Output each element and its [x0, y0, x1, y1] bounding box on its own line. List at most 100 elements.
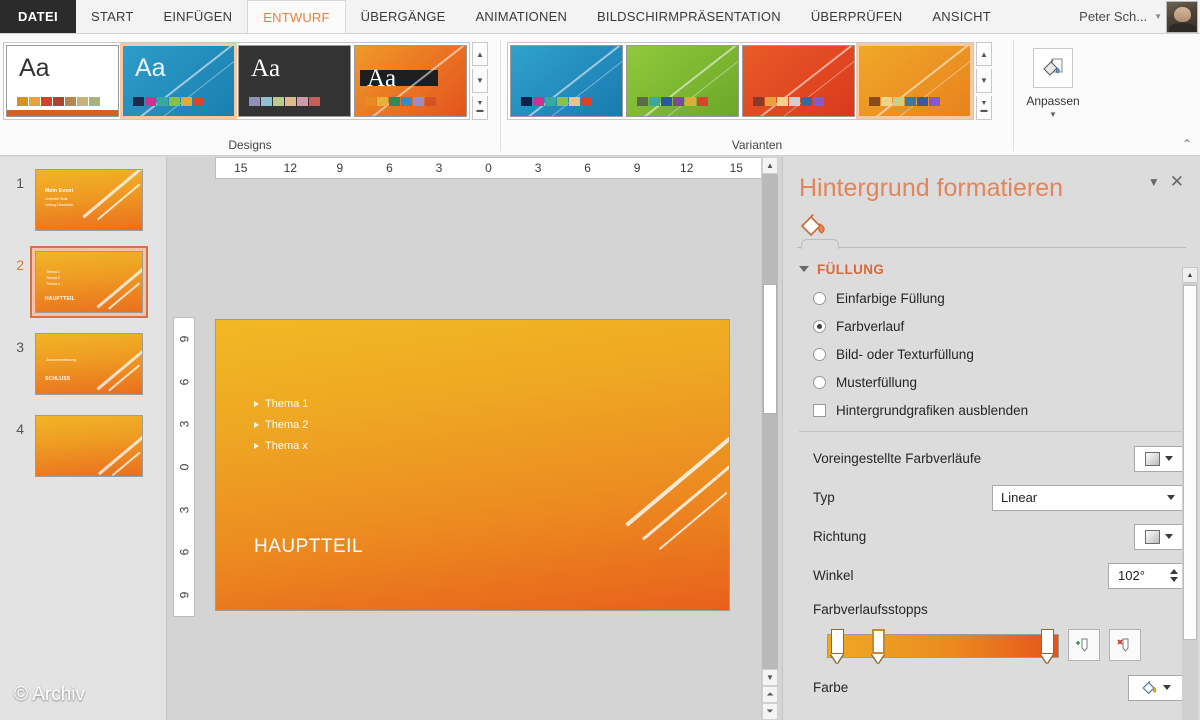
- slide-editing-canvas[interactable]: Thema 1 Thema 2 Thema x HAUPTTEIL: [215, 319, 730, 611]
- anpassen-area: Anpassen ▼: [1014, 34, 1200, 135]
- slide-list-item-1[interactable]: 1 Mein Event Untertitel Zeile Vortrag De…: [0, 165, 166, 235]
- designs-scroll-up-button[interactable]: ▲: [472, 42, 488, 66]
- gradient-angle-stepper[interactable]: 102°: [1108, 563, 1184, 589]
- tab-einfuegen[interactable]: EINFÜGEN: [148, 0, 247, 33]
- panel-vertical-scrollbar[interactable]: ▲: [1182, 267, 1198, 720]
- scroll-down-button[interactable]: ▼: [762, 669, 778, 686]
- variant-streak: [870, 45, 971, 117]
- varianten-scroll-up-button[interactable]: ▲: [976, 42, 992, 66]
- design-thumb-1[interactable]: Aa: [122, 45, 235, 117]
- slide-list-item-2[interactable]: 2 Thema 1 Thema 2 Thema x HAUPTTEIL: [0, 247, 166, 317]
- variant-thumb-2[interactable]: [742, 45, 855, 117]
- next-slide-button[interactable]: ⏷: [762, 703, 778, 720]
- design-thumb-3[interactable]: Aa: [354, 45, 467, 117]
- variant-thumb-1[interactable]: [626, 45, 739, 117]
- tab-uebergaenge[interactable]: ÜBERGÄNGE: [346, 0, 461, 33]
- tabbar-spacer: [1006, 0, 1079, 33]
- radio-musterfuellung[interactable]: Musterfüllung: [799, 375, 1184, 390]
- panel-scroll-up-button[interactable]: ▲: [1182, 267, 1198, 283]
- field-farbe: Farbe: [799, 675, 1184, 701]
- slide-bullet-text: Thema 1: [46, 270, 60, 274]
- field-label: Winkel: [813, 568, 1108, 583]
- slide-content-placeholder[interactable]: Thema 1 Thema 2 Thema x: [254, 398, 308, 461]
- gradient-stop-handle-3[interactable]: [1041, 629, 1054, 663]
- slide-number: 4: [6, 421, 24, 437]
- stepper-down-icon[interactable]: [1170, 577, 1178, 582]
- tab-ansicht[interactable]: ANSICHT: [917, 0, 1005, 33]
- panel-body: FÜLLUNG Einfarbige Füllung Farbverlauf B…: [783, 248, 1200, 701]
- variant-streak: [890, 49, 971, 117]
- scroll-up-button[interactable]: ▲: [762, 157, 778, 174]
- gradient-angle-value: 102°: [1118, 568, 1167, 583]
- radio-farbverlauf[interactable]: Farbverlauf: [799, 319, 1184, 334]
- panel-menu-button[interactable]: ▼: [1148, 175, 1160, 189]
- designs-gallery[interactable]: Aa Aa Aa: [3, 42, 470, 120]
- ribbon-group-designs: Aa Aa Aa: [0, 34, 500, 155]
- remove-gradient-stop-button[interactable]: [1109, 629, 1141, 661]
- main-area: 1 Mein Event Untertitel Zeile Vortrag De…: [0, 157, 1200, 720]
- gradient-stop-handle-1[interactable]: [831, 629, 844, 663]
- slide-title-placeholder[interactable]: HAUPTTEIL: [254, 536, 363, 558]
- designs-gallery-area: Aa Aa Aa: [0, 34, 500, 135]
- panel-scrollbar-thumb[interactable]: [1183, 285, 1197, 640]
- varianten-scroll-down-button[interactable]: ▼: [976, 69, 992, 93]
- radio-icon-selected: [813, 320, 826, 333]
- slide-bullet-text: Thema x: [265, 440, 308, 452]
- slide-bullet: Thema x: [254, 440, 308, 452]
- ribbon-group-anpassen: Anpassen ▼ ⌃: [1014, 34, 1200, 155]
- user-account-menu[interactable]: Peter Sch... ▼: [1079, 0, 1166, 33]
- variant-swatches: [521, 97, 592, 106]
- radio-einfarbige-fuellung[interactable]: Einfarbige Füllung: [799, 291, 1184, 306]
- add-gradient-stop-button[interactable]: [1068, 629, 1100, 661]
- double-up-icon: ⏶: [766, 689, 773, 700]
- radio-bild-oder-texturfuellung[interactable]: Bild- oder Texturfüllung: [799, 347, 1184, 362]
- variant-thumb-3[interactable]: [858, 45, 971, 117]
- designs-more-button[interactable]: ▼▬: [472, 96, 488, 120]
- canvas-vertical-scrollbar[interactable]: ▲ ▼ ⏶ ⏷: [761, 157, 778, 720]
- tab-start[interactable]: START: [76, 0, 148, 33]
- variant-swatches: [869, 97, 940, 106]
- stepper-arrows[interactable]: [1167, 569, 1183, 582]
- varianten-more-button[interactable]: ▼▬: [976, 96, 992, 120]
- vertical-ruler: 9 6 3 0 3 6 9: [173, 317, 195, 617]
- varianten-gallery[interactable]: [507, 42, 974, 120]
- slide-thumb-wrap: [31, 411, 147, 481]
- preset-gradient-picker[interactable]: [1134, 446, 1184, 472]
- design-thumb-2[interactable]: Aa: [238, 45, 351, 117]
- gradient-stop-handle-2[interactable]: [872, 629, 885, 663]
- anpassen-button[interactable]: Anpassen ▼: [1014, 42, 1092, 119]
- slide-thumbnail-panel[interactable]: 1 Mein Event Untertitel Zeile Vortrag De…: [0, 157, 167, 720]
- tab-bildschirmpraesentation[interactable]: BILDSCHIRMPRÄSENTATION: [582, 0, 796, 33]
- chevron-down-icon[interactable]: ▼: [1049, 110, 1057, 119]
- slide-bullet-text: Zusammenfassung: [46, 358, 76, 362]
- slide-streak: [96, 266, 143, 308]
- radio-icon: [813, 376, 826, 389]
- avatar[interactable]: [1166, 1, 1198, 33]
- section-fuellung-header[interactable]: FÜLLUNG: [799, 262, 1184, 277]
- slide-list-item-4[interactable]: 4: [0, 411, 166, 481]
- checkbox-hintergrundgrafiken-ausblenden[interactable]: Hintergrundgrafiken ausblenden: [799, 403, 1184, 418]
- design-thumb-0[interactable]: Aa: [6, 45, 119, 117]
- tab-entwurf[interactable]: ENTWURF: [247, 0, 345, 33]
- ribbon-collapse-button[interactable]: ⌃: [1182, 137, 1192, 151]
- designs-scroll-down-button[interactable]: ▼: [472, 69, 488, 93]
- scrollbar-track[interactable]: [762, 174, 778, 669]
- stepper-up-icon[interactable]: [1170, 569, 1178, 574]
- slide-list-item-3[interactable]: 3 Zusammenfassung SCHLUSS: [0, 329, 166, 399]
- bullet-icon: [254, 401, 259, 407]
- panel-close-button[interactable]: ✕: [1170, 172, 1184, 192]
- fill-bucket-icon[interactable]: [799, 211, 833, 241]
- gradient-stop-color-picker[interactable]: [1128, 675, 1184, 701]
- tab-datei[interactable]: DATEI: [0, 0, 76, 33]
- previous-slide-button[interactable]: ⏶: [762, 686, 778, 703]
- gradient-type-dropdown[interactable]: Linear: [992, 485, 1184, 511]
- gradient-stops-control[interactable]: [827, 625, 1059, 665]
- variant-thumb-0[interactable]: [510, 45, 623, 117]
- tab-ueberpruefen[interactable]: ÜBERPRÜFEN: [796, 0, 918, 33]
- gradient-direction-picker[interactable]: [1134, 524, 1184, 550]
- slide-footer-text: HAUPTTEIL: [45, 296, 75, 302]
- radio-icon: [813, 292, 826, 305]
- gradient-stops-bar[interactable]: [827, 634, 1059, 658]
- scrollbar-thumb[interactable]: [763, 284, 777, 414]
- tab-animationen[interactable]: ANIMATIONEN: [461, 0, 583, 33]
